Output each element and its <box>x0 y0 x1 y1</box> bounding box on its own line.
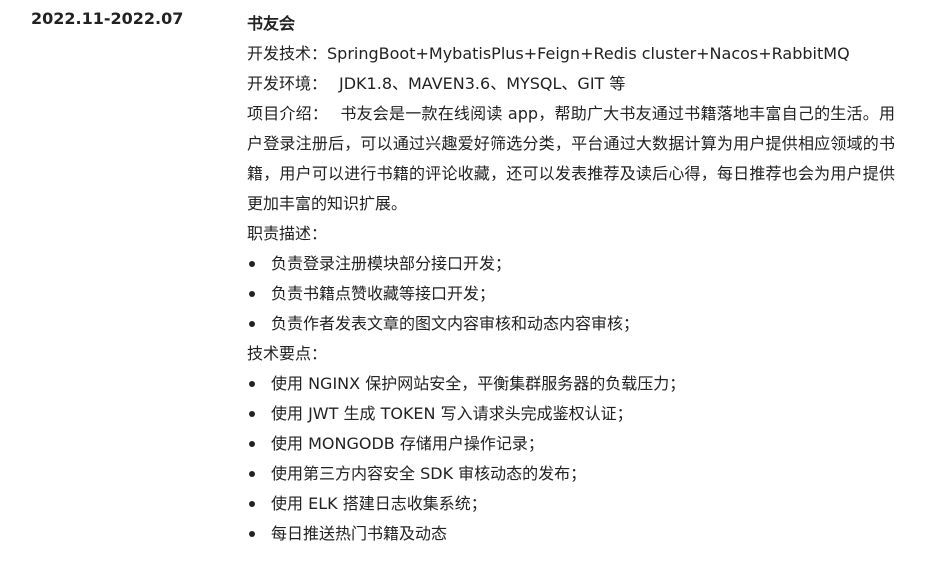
project-intro: 项目介绍： 书友会是一款在线阅读 app，帮助广大书友通过书籍落地丰富自己的生活。… <box>247 99 895 219</box>
tech-point-text: 使用 ELK 搭建日志收集系统； <box>271 494 487 513</box>
list-item: 使用 MONGODB 存储用户操作记录； <box>247 429 895 459</box>
duty-text: 负责登录注册模块部分接口开发； <box>271 254 512 273</box>
bullet-icon <box>249 261 255 267</box>
tech-point-text: 使用第三方内容安全 SDK 审核动态的发布； <box>271 464 587 483</box>
list-item: 负责书籍点赞收藏等接口开发； <box>247 279 895 309</box>
dev-env-line: 开发环境： JDK1.8、MAVEN3.6、MYSQL、GIT 等 <box>247 69 895 99</box>
list-item: 使用 JWT 生成 TOKEN 写入请求头完成鉴权认证； <box>247 399 895 429</box>
project-period: 2022.11-2022.07 <box>31 9 184 28</box>
tech-stack-line: 开发技术：SpringBoot+MybatisPlus+Feign+Redis … <box>247 39 895 69</box>
tech-points-list: 使用 NGINX 保护网站安全，平衡集群服务器的负载压力； 使用 JWT 生成 … <box>247 369 895 549</box>
bullet-icon <box>249 381 255 387</box>
bullet-icon <box>249 471 255 477</box>
duties-list: 负责登录注册模块部分接口开发； 负责书籍点赞收藏等接口开发； 负责作者发表文章的… <box>247 249 895 339</box>
duty-text: 负责作者发表文章的图文内容审核和动态内容审核； <box>271 314 640 333</box>
project-intro-label: 项目介绍： <box>247 104 329 123</box>
duty-text: 负责书籍点赞收藏等接口开发； <box>271 284 496 303</box>
duties-heading: 职责描述： <box>247 224 328 243</box>
tech-stack-value: SpringBoot+MybatisPlus+Feign+Redis clust… <box>327 44 850 63</box>
bullet-icon <box>249 531 255 537</box>
tech-point-text: 使用 NGINX 保护网站安全，平衡集群服务器的负载压力； <box>271 374 686 393</box>
project-intro-value: 书友会是一款在线阅读 app，帮助广大书友通过书籍落地丰富自己的生活。用户登录注… <box>247 104 895 213</box>
bullet-icon <box>249 321 255 327</box>
list-item: 使用第三方内容安全 SDK 审核动态的发布； <box>247 459 895 489</box>
list-item: 使用 NGINX 保护网站安全，平衡集群服务器的负载压力； <box>247 369 895 399</box>
project-title: 书友会 <box>247 14 296 33</box>
bullet-icon <box>249 441 255 447</box>
bullet-icon <box>249 501 255 507</box>
dev-env-value: JDK1.8、MAVEN3.6、MYSQL、GIT 等 <box>339 74 626 93</box>
list-item: 使用 ELK 搭建日志收集系统； <box>247 489 895 519</box>
tech-point-text: 每日推送热门书籍及动态 <box>271 524 448 543</box>
bullet-icon <box>249 291 255 297</box>
tech-point-text: 使用 JWT 生成 TOKEN 写入请求头完成鉴权认证； <box>271 404 633 423</box>
tech-point-text: 使用 MONGODB 存储用户操作记录； <box>271 434 544 453</box>
list-item: 负责作者发表文章的图文内容审核和动态内容审核； <box>247 309 895 339</box>
list-item: 每日推送热门书籍及动态 <box>247 519 895 549</box>
list-item: 负责登录注册模块部分接口开发； <box>247 249 895 279</box>
project-section: 书友会 开发技术：SpringBoot+MybatisPlus+Feign+Re… <box>247 9 895 549</box>
dev-env-label: 开发环境： <box>247 74 328 93</box>
bullet-icon <box>249 411 255 417</box>
tech-points-heading: 技术要点： <box>247 344 328 363</box>
tech-stack-label: 开发技术： <box>247 44 328 63</box>
